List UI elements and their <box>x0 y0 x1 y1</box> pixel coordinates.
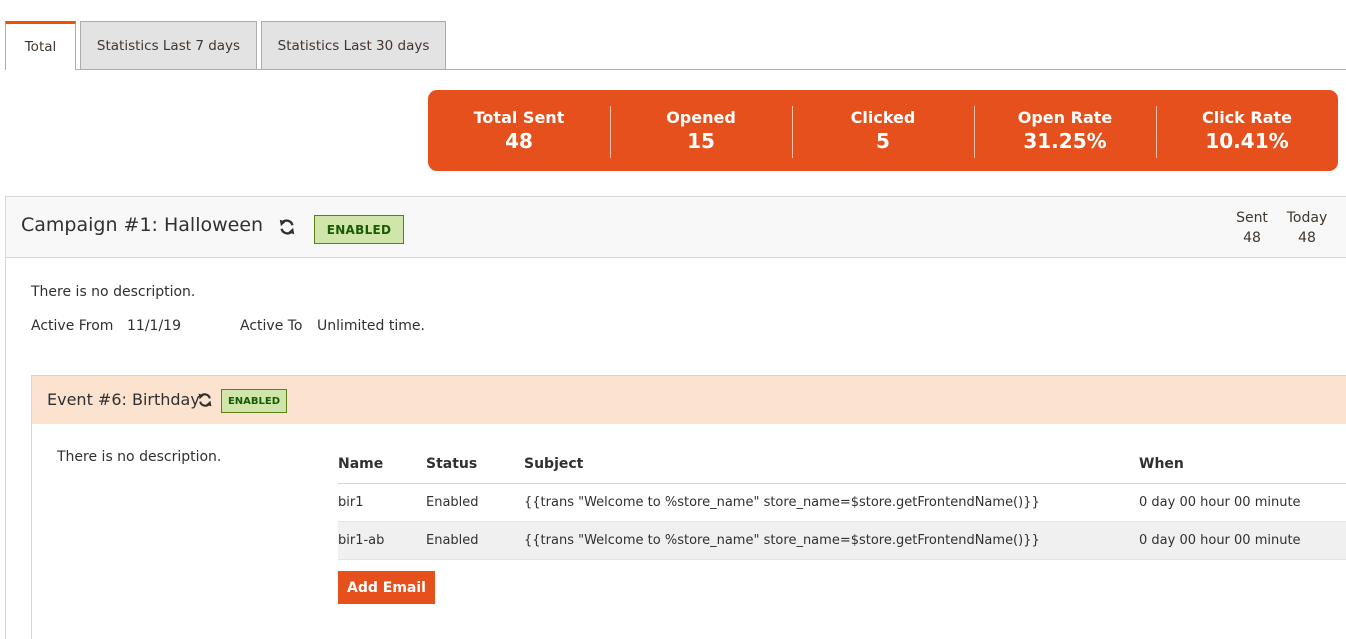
event-panel: Event #6: Birthday ENABLED There is no d… <box>31 375 1346 639</box>
stat-click-rate: Click Rate 10.41% <box>1156 105 1338 158</box>
email-subject: {{trans "Welcome to %store_name" store_n… <box>524 483 1139 522</box>
stat-total-sent: Total Sent 48 <box>428 108 610 154</box>
stat-open-rate: Open Rate 31.25% <box>974 105 1156 158</box>
campaign-panel: Campaign #1: Halloween ENABLED Sent 48 T… <box>5 196 1346 639</box>
email-table: Name Status Subject When bir1 Enabled {{… <box>338 445 1346 560</box>
table-header-row: Name Status Subject When <box>338 445 1346 484</box>
stat-label: Clicked <box>850 107 916 127</box>
event-title[interactable]: Event #6: Birthday <box>47 390 200 409</box>
stat-opened: Opened 15 <box>610 105 792 158</box>
statistics-tabs: Total Statistics Last 7 days Statistics … <box>5 21 1346 70</box>
stats-banner: Total Sent 48 Opened 15 Clicked 5 Open R… <box>428 90 1338 171</box>
email-status: Enabled <box>426 483 524 522</box>
column-header-name: Name <box>338 445 426 484</box>
email-name[interactable]: bir1 <box>338 483 426 522</box>
event-header: Event #6: Birthday ENABLED <box>32 375 1346 424</box>
sent-counter: Sent 48 <box>1232 208 1272 248</box>
active-to-value: Unlimited time. <box>317 318 425 334</box>
active-from-label: Active From <box>31 318 114 334</box>
email-subject: {{trans "Welcome to %store_name" store_n… <box>524 521 1139 560</box>
stat-value: 10.41% <box>1205 128 1289 153</box>
tab-last-7-days[interactable]: Statistics Last 7 days <box>80 21 257 69</box>
active-to-label: Active To <box>240 318 303 334</box>
stat-value: 31.25% <box>1023 128 1107 153</box>
column-header-status: Status <box>426 445 524 484</box>
stat-clicked: Clicked 5 <box>792 105 974 158</box>
column-header-when: When <box>1139 445 1346 484</box>
status-badge: ENABLED <box>221 389 287 413</box>
stat-label: Total Sent <box>473 107 565 127</box>
column-header-subject: Subject <box>524 445 1139 484</box>
email-status: Enabled <box>426 521 524 560</box>
refresh-icon[interactable] <box>278 218 296 236</box>
stat-label: Open Rate <box>1017 107 1113 127</box>
campaign-title[interactable]: Campaign #1: Halloween <box>21 214 263 236</box>
table-row[interactable]: bir1-ab Enabled {{trans "Welcome to %sto… <box>338 521 1346 560</box>
event-description: There is no description. <box>57 449 222 465</box>
stat-value: 15 <box>687 128 715 153</box>
email-when: 0 day 00 hour 00 minute <box>1139 483 1346 522</box>
active-from-value: 11/1/19 <box>127 318 181 334</box>
tab-last-30-days[interactable]: Statistics Last 30 days <box>261 21 446 69</box>
today-counter: Today 48 <box>1282 208 1332 248</box>
stat-label: Click Rate <box>1201 107 1293 127</box>
status-badge: ENABLED <box>314 215 404 244</box>
campaign-description: There is no description. <box>31 284 196 300</box>
email-when: 0 day 00 hour 00 minute <box>1139 521 1346 560</box>
add-email-button[interactable]: Add Email <box>338 571 435 604</box>
stat-value: 48 <box>505 128 533 153</box>
sent-label: Sent <box>1236 210 1268 226</box>
today-value: 48 <box>1298 230 1316 246</box>
table-row[interactable]: bir1 Enabled {{trans "Welcome to %store_… <box>338 483 1346 522</box>
sent-value: 48 <box>1243 230 1261 246</box>
stat-value: 5 <box>876 128 890 153</box>
email-name[interactable]: bir1-ab <box>338 521 426 560</box>
refresh-icon[interactable] <box>197 392 213 408</box>
campaign-header: Campaign #1: Halloween ENABLED Sent 48 T… <box>6 197 1346 258</box>
tab-total[interactable]: Total <box>5 21 76 70</box>
stat-label: Opened <box>666 107 736 127</box>
today-label: Today <box>1286 210 1328 226</box>
